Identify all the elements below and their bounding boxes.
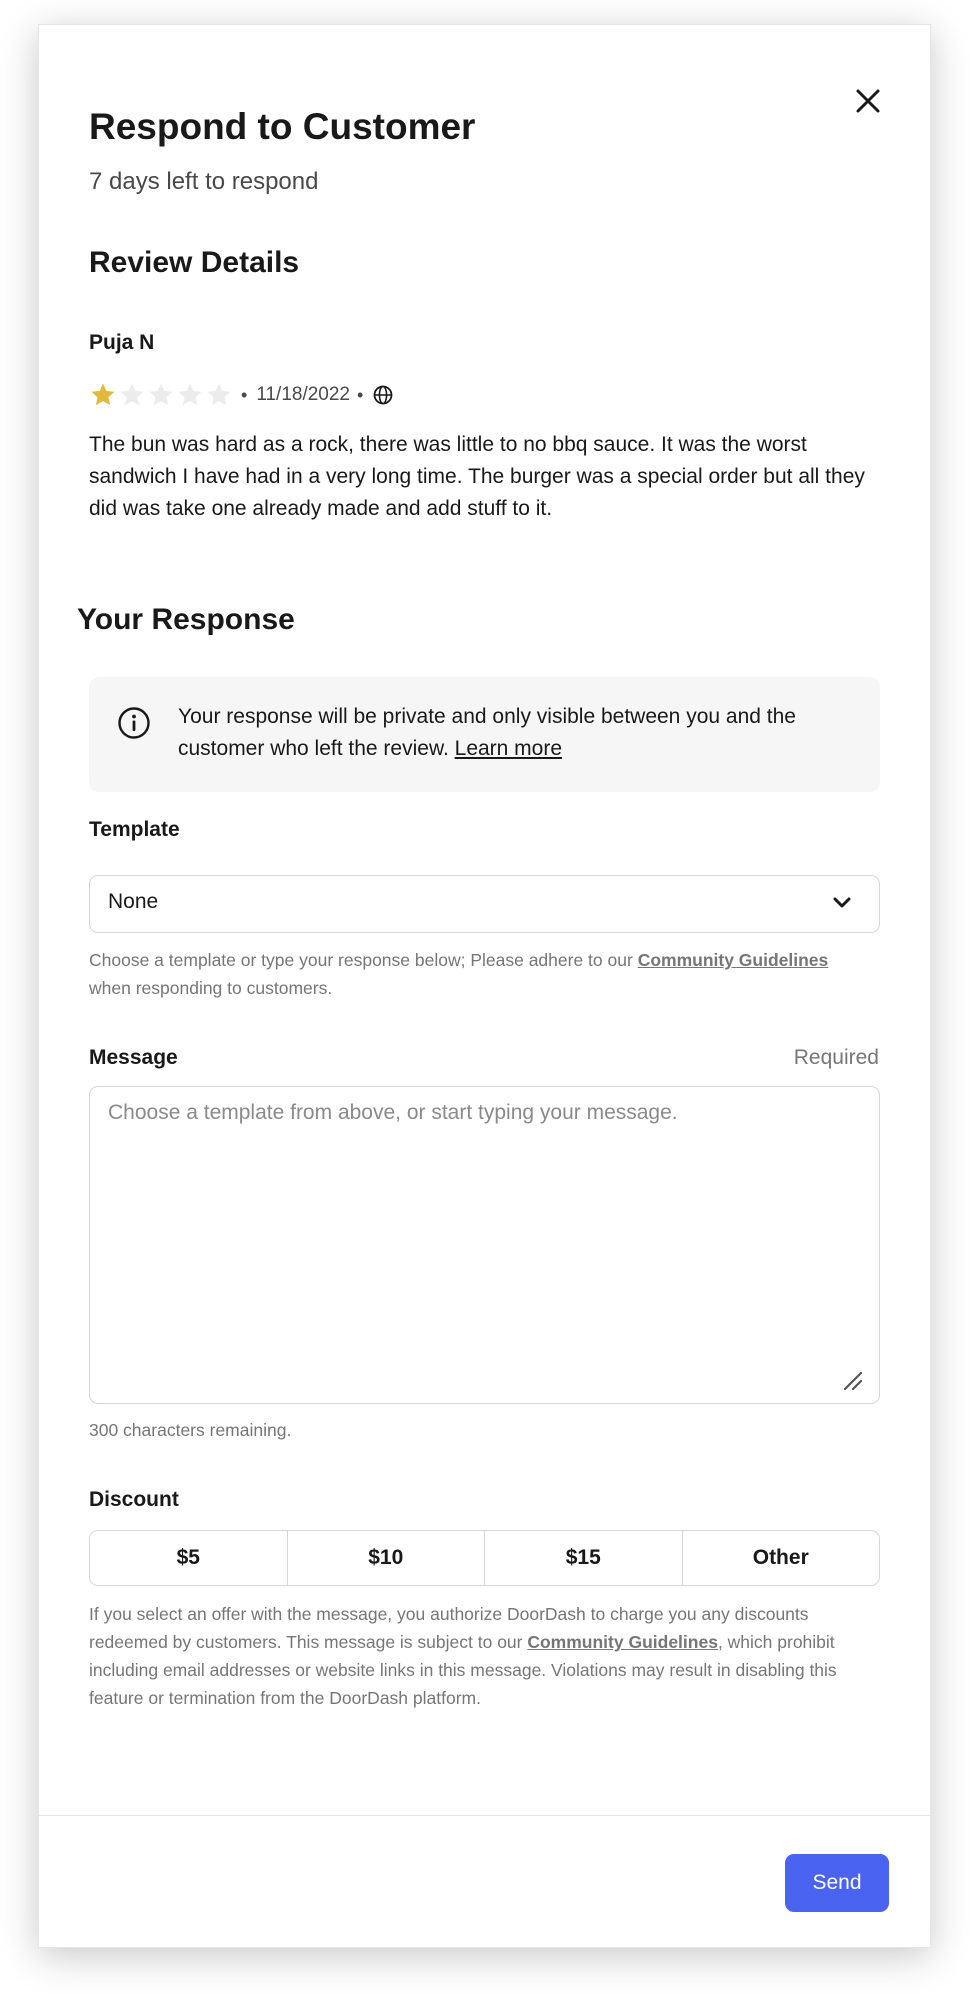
community-guidelines-link[interactable]: Community Guidelines [638,950,829,970]
separator-dot: • [357,384,364,405]
chevron-down-icon [833,897,851,908]
info-icon [118,707,150,739]
privacy-info-text: Your response will be private and only v… [178,701,858,765]
discount-10-button[interactable]: $10 [287,1531,485,1585]
reviewer-name: Puja N [89,331,155,354]
star-empty-icon [207,383,231,406]
separator-dot: • [241,384,248,405]
discount-5-button[interactable]: $5 [90,1531,288,1585]
template-label: Template [89,818,180,841]
discount-disclaimer: If you select an offer with the message,… [89,1600,889,1712]
discount-other-button[interactable]: Other [682,1531,879,1585]
template-helper-intro: Choose a template or type your response … [89,950,633,970]
message-placeholder: Choose a template from above, or start t… [108,1101,678,1124]
close-button[interactable] [846,79,890,123]
community-guidelines-link[interactable]: Community Guidelines [527,1632,718,1652]
template-select[interactable]: None [89,875,880,933]
template-selected-value: None [108,890,159,913]
resize-handle-icon[interactable] [841,1369,863,1391]
characters-remaining: 300 characters remaining. [89,1420,292,1440]
dialog-title: Respond to Customer [89,106,476,147]
star-rating [89,381,234,409]
learn-more-link[interactable]: Learn more [455,737,562,760]
message-textarea[interactable]: Choose a template from above, or start t… [89,1086,880,1404]
star-filled-icon [91,383,115,406]
star-empty-icon [120,383,144,406]
footer-divider [39,1815,930,1816]
send-button[interactable]: Send [785,1854,889,1912]
globe-icon [373,385,393,405]
close-icon [856,89,880,113]
review-date: 11/18/2022 [256,384,350,405]
review-details-heading: Review Details [89,246,300,279]
star-empty-icon [178,383,202,406]
template-helper-outro: when responding to customers. [89,978,333,998]
privacy-info-box: Your response will be private and only v… [89,677,880,792]
review-meta: • 11/18/2022 • [89,379,394,411]
discount-options: $5 $10 $15 Other [89,1530,880,1586]
your-response-heading: Your Response [77,603,295,636]
review-text: The bun was hard as a rock, there was li… [89,433,865,520]
respond-dialog: Respond to Customer 7 days left to respo… [38,24,931,1948]
message-label: Message [89,1046,178,1069]
required-indicator: Required [793,1046,879,1069]
discount-15-button[interactable]: $15 [485,1531,683,1585]
star-empty-icon [149,383,173,406]
days-left-text: 7 days left to respond [89,168,319,195]
discount-label: Discount [89,1488,179,1511]
template-helper-text: Choose a template or type your response … [89,946,889,1002]
